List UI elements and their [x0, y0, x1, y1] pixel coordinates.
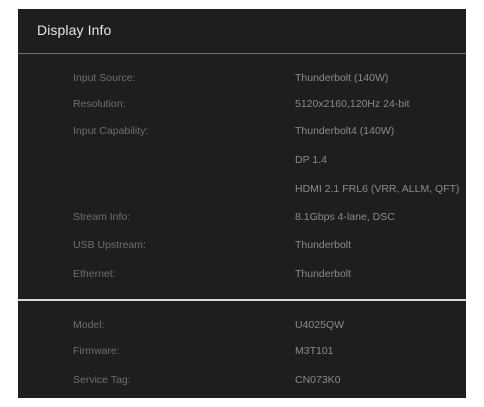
- service-tag-value: CN073K0: [295, 374, 341, 386]
- model-label: Model:: [73, 319, 105, 331]
- info-row-capability-dp: DP 1.4: [18, 152, 466, 168]
- display-info-panel: Display Info Input Source: Thunderbolt (…: [18, 9, 466, 398]
- resolution-label: Resolution:: [73, 98, 126, 110]
- usb-upstream-label: USB Upstream:: [73, 239, 146, 251]
- resolution-value: 5120x2160,120Hz 24-bit: [295, 98, 410, 110]
- title-divider: [18, 53, 466, 54]
- device-row-service-tag: Service Tag: CN073K0: [18, 372, 466, 388]
- firmware-label: Firmware:: [73, 345, 120, 357]
- input-source-label: Input Source:: [73, 72, 136, 84]
- info-row-capability-hdmi: HDMI 2.1 FRL6 (VRR, ALLM, QFT): [18, 181, 466, 197]
- input-source-value: Thunderbolt (140W): [295, 72, 389, 84]
- info-row-stream-info: Stream Info: 8.1Gbps 4-lane, DSC: [18, 209, 466, 225]
- usb-upstream-value: Thunderbolt: [295, 239, 352, 251]
- info-row-input-source: Input Source: Thunderbolt (140W): [18, 70, 466, 86]
- capability-hdmi-value: HDMI 2.1 FRL6 (VRR, ALLM, QFT): [295, 183, 460, 195]
- stream-info-value: 8.1Gbps 4-lane, DSC: [295, 211, 395, 223]
- capability-dp-value: DP 1.4: [295, 154, 327, 166]
- section-divider: [18, 299, 466, 301]
- input-capability-value: Thunderbolt4 (140W): [295, 125, 395, 137]
- device-row-firmware: Firmware: M3T101: [18, 343, 466, 359]
- ethernet-label: Ethernet:: [73, 268, 116, 280]
- device-row-model: Model: U4025QW: [18, 317, 466, 333]
- info-row-usb-upstream: USB Upstream: Thunderbolt: [18, 237, 466, 253]
- info-row-resolution: Resolution: 5120x2160,120Hz 24-bit: [18, 96, 466, 112]
- info-row-input-capability: Input Capability: Thunderbolt4 (140W): [18, 123, 466, 139]
- firmware-value: M3T101: [295, 345, 334, 357]
- model-value: U4025QW: [295, 319, 345, 331]
- panel-title: Display Info: [37, 22, 112, 38]
- input-capability-label: Input Capability:: [73, 125, 149, 137]
- service-tag-label: Service Tag:: [73, 374, 131, 386]
- ethernet-value: Thunderbolt: [295, 268, 352, 280]
- stream-info-label: Stream Info:: [73, 211, 131, 223]
- info-row-ethernet: Ethernet: Thunderbolt: [18, 266, 466, 282]
